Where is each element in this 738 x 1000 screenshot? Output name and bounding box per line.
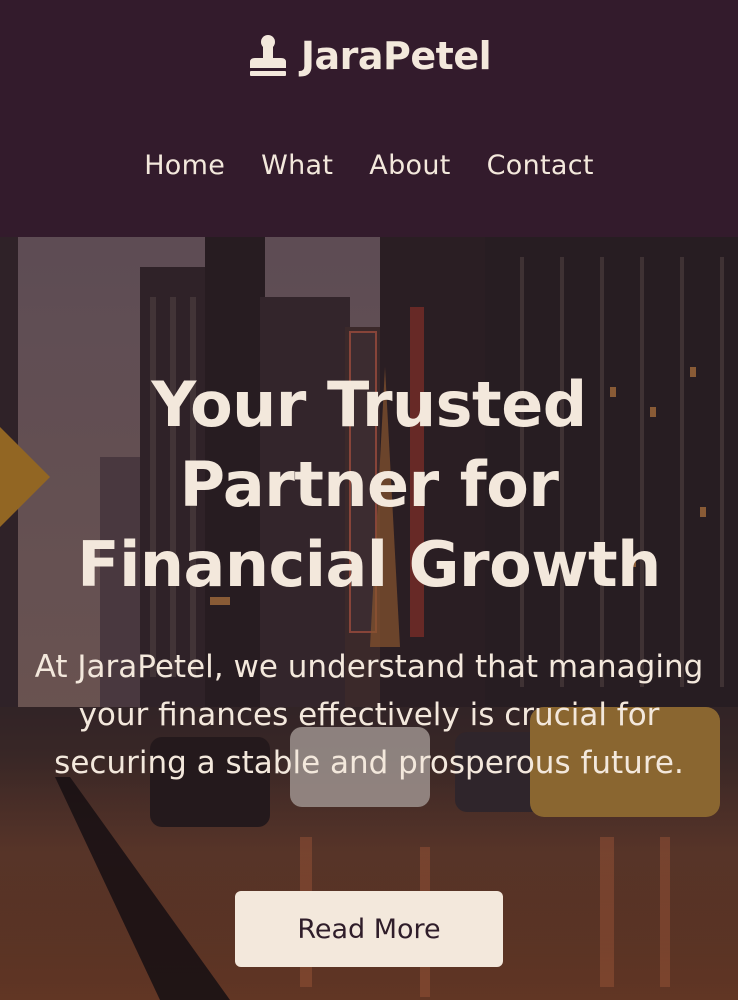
nav-link-about[interactable]: About: [369, 148, 450, 184]
read-more-button[interactable]: Read More: [235, 891, 503, 967]
nav-link-what[interactable]: What: [261, 148, 333, 184]
main-nav: Home What About Contact: [0, 148, 738, 184]
site-header: JaraPetel Home What About Contact: [0, 0, 738, 237]
stamp-icon: [249, 35, 286, 76]
brand-name: JaraPetel: [300, 34, 492, 78]
hero-description: At JaraPetel, we understand that managin…: [34, 649, 704, 781]
page: JaraPetel Home What About Contact Your T…: [0, 0, 738, 1000]
hero-overlay: [0, 237, 738, 1000]
nav-link-home[interactable]: Home: [144, 148, 225, 184]
brand-logo-link[interactable]: JaraPetel: [0, 34, 738, 78]
hero-title: Your Trusted Partner for Financial Growt…: [77, 368, 661, 601]
nav-link-contact[interactable]: Contact: [487, 148, 594, 184]
hero-section: Your Trusted Partner for Financial Growt…: [0, 237, 738, 1000]
